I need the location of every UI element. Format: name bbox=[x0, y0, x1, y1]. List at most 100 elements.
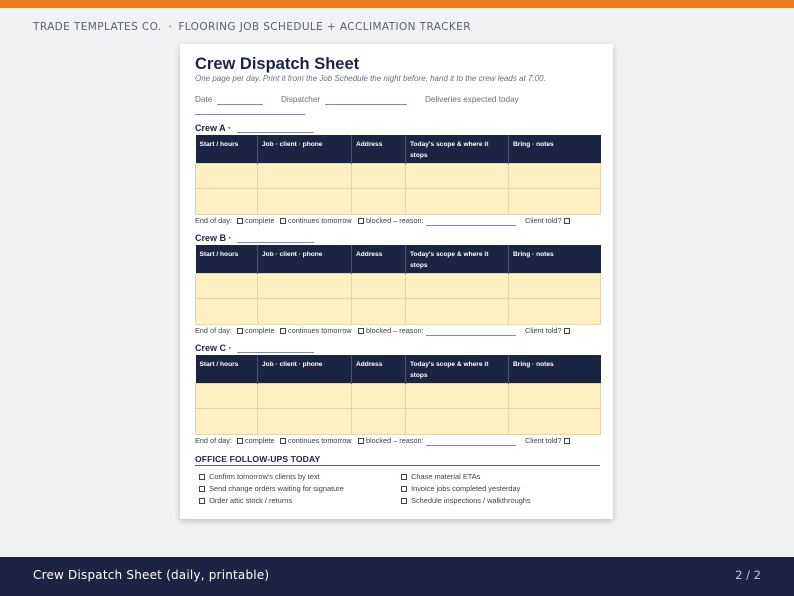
table-cell[interactable] bbox=[257, 408, 352, 435]
continues-option[interactable]: continues tomorrow bbox=[280, 436, 352, 445]
table-cell[interactable] bbox=[405, 162, 509, 189]
column-header: Start / hours bbox=[195, 245, 258, 273]
table-cell[interactable] bbox=[195, 272, 258, 299]
table-cell[interactable] bbox=[257, 162, 352, 189]
sheet-meta-row: Date Dispatcher Deliveries expected toda… bbox=[195, 95, 605, 115]
checklist-item[interactable]: Send change orders waiting for signature bbox=[199, 484, 344, 494]
table-cell[interactable] bbox=[351, 408, 406, 435]
table-cell[interactable] bbox=[195, 162, 258, 189]
crew-heading: Crew C · bbox=[195, 343, 314, 353]
column-header: Today's scope & where it stops bbox=[405, 245, 509, 273]
checkbox-icon[interactable] bbox=[199, 485, 205, 492]
continues-option[interactable]: continues tomorrow bbox=[280, 216, 352, 225]
dispatcher-field[interactable] bbox=[325, 104, 407, 105]
checkbox-icon[interactable] bbox=[280, 217, 286, 224]
table-cell[interactable] bbox=[405, 382, 509, 409]
continues-option[interactable]: continues tomorrow bbox=[280, 326, 352, 335]
table-cell[interactable] bbox=[257, 382, 352, 409]
checkbox-icon[interactable] bbox=[401, 485, 407, 492]
table-cell[interactable] bbox=[405, 272, 509, 299]
table-row bbox=[195, 382, 601, 409]
client-told-option[interactable]: Client told? bbox=[525, 216, 572, 225]
column-header: Today's scope & where it stops bbox=[405, 135, 509, 163]
client-told-option[interactable]: Client told? bbox=[525, 436, 572, 445]
blocked-reason-field[interactable] bbox=[426, 335, 516, 336]
checkbox-icon[interactable] bbox=[237, 217, 243, 224]
blocked-option[interactable]: blocked – reason: bbox=[358, 216, 424, 225]
table-cell[interactable] bbox=[508, 188, 601, 215]
table-cell[interactable] bbox=[405, 188, 509, 215]
checkbox-icon[interactable] bbox=[237, 437, 243, 444]
checklist-item[interactable]: Order attic stock / returns bbox=[199, 496, 292, 506]
blocked-reason-field[interactable] bbox=[426, 225, 516, 226]
crew-lead-field[interactable] bbox=[237, 132, 314, 133]
checkbox-icon[interactable] bbox=[237, 327, 243, 334]
checklist-item[interactable]: Schedule inspections / walkthroughs bbox=[401, 496, 531, 506]
brand-name: TRADE TEMPLATES CO. bbox=[33, 21, 162, 33]
end-of-day-row: End of day: complete continues tomorrow … bbox=[195, 216, 600, 228]
crew-table: Start / hours Job · client · phone Addre… bbox=[195, 245, 601, 325]
table-header-row: Start / hours Job · client · phone Addre… bbox=[195, 135, 601, 163]
checkbox-icon[interactable] bbox=[401, 497, 407, 504]
complete-option[interactable]: complete bbox=[237, 326, 275, 335]
blocked-option[interactable]: blocked – reason: bbox=[358, 436, 424, 445]
table-header-row: Start / hours Job · client · phone Addre… bbox=[195, 355, 601, 383]
end-of-day-label: End of day: bbox=[195, 326, 232, 335]
table-cell[interactable] bbox=[195, 298, 258, 325]
table-cell[interactable] bbox=[405, 298, 509, 325]
table-cell[interactable] bbox=[257, 188, 352, 215]
checkbox-icon[interactable] bbox=[280, 437, 286, 444]
complete-option[interactable]: complete bbox=[237, 216, 275, 225]
crew-heading: Crew A · bbox=[195, 123, 314, 133]
table-row bbox=[195, 162, 601, 189]
crew-label: Crew B · bbox=[195, 233, 232, 243]
checkbox-icon[interactable] bbox=[563, 437, 570, 444]
checkbox-icon[interactable] bbox=[401, 473, 407, 480]
checkbox-icon[interactable] bbox=[563, 217, 570, 224]
column-header: Address bbox=[351, 355, 406, 383]
checkbox-icon[interactable] bbox=[563, 327, 570, 334]
checkbox-icon[interactable] bbox=[358, 217, 364, 224]
table-cell[interactable] bbox=[195, 188, 258, 215]
sheet-title: Crew Dispatch Sheet bbox=[195, 55, 360, 73]
checkbox-icon[interactable] bbox=[199, 497, 205, 504]
blocked-reason-field[interactable] bbox=[426, 445, 516, 446]
deliveries-field[interactable] bbox=[195, 114, 305, 115]
complete-option[interactable]: complete bbox=[237, 436, 275, 445]
table-cell[interactable] bbox=[351, 382, 406, 409]
client-told-option[interactable]: Client told? bbox=[525, 326, 572, 335]
page-indicator: 2 / 2 bbox=[735, 568, 761, 582]
column-header: Today's scope & where it stops bbox=[405, 355, 509, 383]
table-cell[interactable] bbox=[508, 408, 601, 435]
table-cell[interactable] bbox=[351, 162, 406, 189]
crew-lead-field[interactable] bbox=[237, 242, 314, 243]
table-cell[interactable] bbox=[351, 188, 406, 215]
table-cell[interactable] bbox=[405, 408, 509, 435]
table-cell[interactable] bbox=[257, 298, 352, 325]
checkbox-icon[interactable] bbox=[199, 473, 205, 480]
table-cell[interactable] bbox=[508, 298, 601, 325]
blocked-option[interactable]: blocked – reason: bbox=[358, 326, 424, 335]
table-cell[interactable] bbox=[195, 408, 258, 435]
checkbox-icon[interactable] bbox=[358, 437, 364, 444]
date-field[interactable] bbox=[217, 104, 263, 105]
end-of-day-label: End of day: bbox=[195, 436, 232, 445]
dispatcher-label: Dispatcher bbox=[281, 95, 321, 104]
table-cell[interactable] bbox=[508, 382, 601, 409]
checkbox-icon[interactable] bbox=[358, 327, 364, 334]
table-cell[interactable] bbox=[508, 162, 601, 189]
checklist-item[interactable]: Chase material ETAs bbox=[401, 472, 480, 482]
top-accent-stripe bbox=[0, 0, 794, 8]
checklist-item[interactable]: Confirm tomorrow's clients by text bbox=[199, 472, 320, 482]
table-cell[interactable] bbox=[195, 382, 258, 409]
checklist-item[interactable]: Invoice jobs completed yesterday bbox=[401, 484, 520, 494]
deliveries-label: Deliveries expected today bbox=[425, 95, 519, 104]
checkbox-icon[interactable] bbox=[280, 327, 286, 334]
table-cell[interactable] bbox=[508, 272, 601, 299]
table-row bbox=[195, 408, 601, 435]
table-cell[interactable] bbox=[257, 272, 352, 299]
table-cell[interactable] bbox=[351, 272, 406, 299]
header-breadcrumb: TRADE TEMPLATES CO. · FLOORING JOB SCHED… bbox=[33, 20, 471, 34]
crew-lead-field[interactable] bbox=[237, 352, 314, 353]
table-cell[interactable] bbox=[351, 298, 406, 325]
